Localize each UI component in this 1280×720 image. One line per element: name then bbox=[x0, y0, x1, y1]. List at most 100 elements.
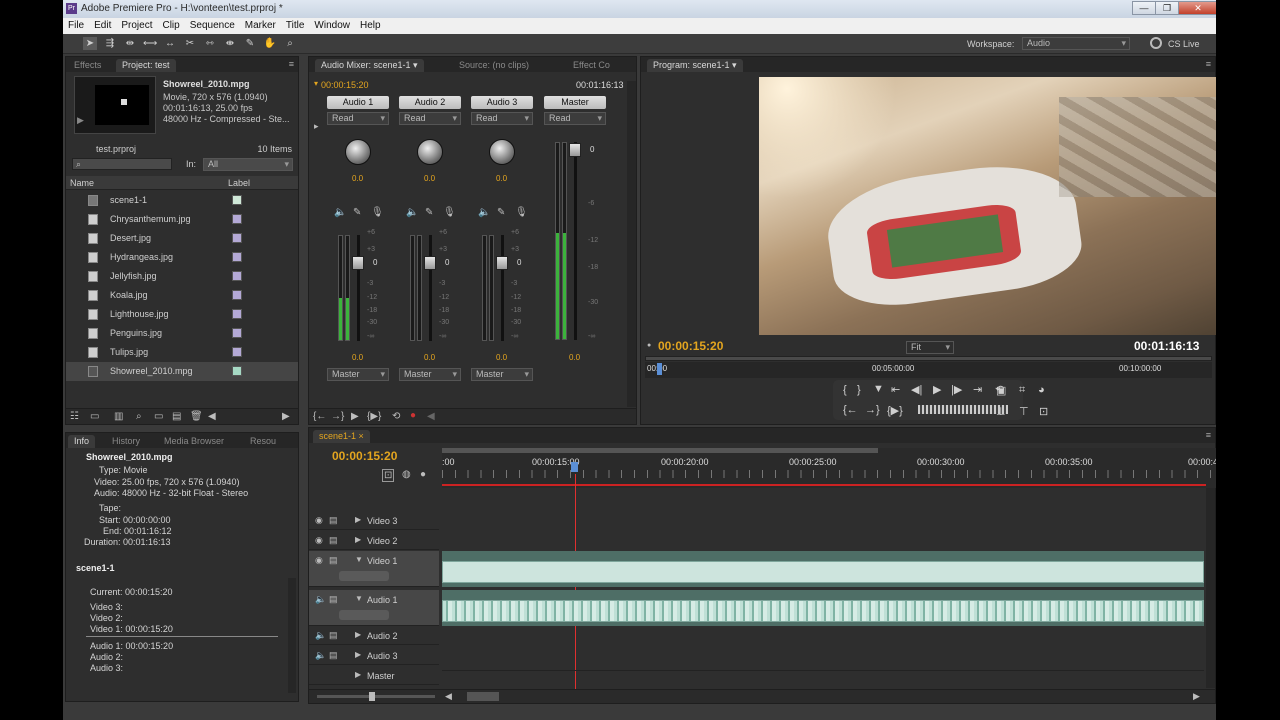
audio-clip-showreel[interactable] bbox=[442, 600, 1204, 622]
play-stop-icon[interactable]: ▶ bbox=[933, 383, 941, 396]
label-swatch[interactable] bbox=[232, 366, 242, 376]
new-item-icon[interactable]: ▤ bbox=[172, 411, 181, 422]
search-input[interactable]: ⌕ bbox=[72, 158, 172, 170]
track-header-video3[interactable]: ◉ ▤ ▶ Video 3 bbox=[309, 511, 439, 530]
label-swatch[interactable] bbox=[232, 328, 242, 338]
mute-icon[interactable]: 🔈 bbox=[478, 207, 490, 218]
mark-in-icon[interactable]: { bbox=[843, 384, 847, 396]
volume-value[interactable]: 0.0 bbox=[424, 353, 435, 362]
expand-icon[interactable]: ▶ bbox=[355, 535, 361, 544]
label-swatch[interactable] bbox=[232, 195, 242, 205]
output-icon[interactable]: ⌗ bbox=[1019, 384, 1025, 397]
tab-history[interactable]: History bbox=[106, 435, 146, 448]
tab-effects[interactable]: Effects bbox=[68, 59, 107, 72]
record-icon[interactable]: ◕ bbox=[1038, 384, 1045, 396]
track-header-video2[interactable]: ◉ ▤ ▶ Video 2 bbox=[309, 531, 439, 550]
expand-icon[interactable]: ▶ bbox=[355, 650, 361, 659]
record-icon[interactable]: 🎙 bbox=[443, 207, 456, 218]
zoom-slider[interactable] bbox=[317, 692, 435, 701]
new-bin-icon[interactable]: ▭ bbox=[154, 411, 163, 422]
toggle-output-icon[interactable]: ◉ bbox=[315, 535, 323, 546]
track-header-video1[interactable]: ◉ ▤ ▼ Video 1 bbox=[309, 551, 439, 587]
list-item[interactable]: Hydrangeas.jpg bbox=[66, 248, 298, 267]
track-header-master[interactable]: ▶ Master bbox=[309, 666, 439, 685]
encore-marker-icon[interactable]: ● bbox=[420, 469, 426, 480]
column-label[interactable]: Label bbox=[228, 178, 250, 188]
pen-tool-icon[interactable]: ✎ bbox=[243, 37, 257, 50]
rate-stretch-tool-icon[interactable]: ↔ bbox=[163, 37, 177, 50]
tab-program[interactable]: Program: scene1-1 ▾ bbox=[647, 59, 743, 72]
play-icon[interactable]: ▶ bbox=[351, 411, 359, 422]
label-swatch[interactable] bbox=[232, 347, 242, 357]
automate-icon[interactable]: ▥ bbox=[114, 411, 123, 422]
expand-icon[interactable]: ▶ bbox=[355, 515, 361, 524]
tab-project[interactable]: Project: test bbox=[116, 59, 176, 72]
trash-icon[interactable]: 🗑 bbox=[190, 411, 203, 422]
thumbnail-play-icon[interactable]: ▶ bbox=[77, 115, 84, 126]
pan-knob[interactable] bbox=[417, 139, 443, 165]
slide-tool-icon[interactable]: ⇼ bbox=[223, 37, 237, 50]
workspace-dropdown[interactable]: Audio bbox=[1022, 37, 1130, 50]
pan-value[interactable]: 0.0 bbox=[424, 174, 435, 183]
record-icon[interactable]: 🎙 bbox=[515, 207, 528, 218]
solo-icon[interactable]: ✎ bbox=[497, 207, 505, 218]
timeline-playhead-handle[interactable] bbox=[571, 462, 578, 472]
expand-icon[interactable]: ▶ bbox=[355, 670, 361, 679]
minimize-button[interactable]: — bbox=[1132, 1, 1156, 15]
program-playhead[interactable] bbox=[657, 363, 662, 375]
tab-source[interactable]: Source: (no clips) bbox=[453, 59, 535, 72]
panel-menu-icon[interactable]: ≡ bbox=[1206, 59, 1211, 69]
tab-resource-central[interactable]: Resou bbox=[244, 435, 282, 448]
program-view-bar[interactable] bbox=[645, 356, 1212, 361]
timeline-horizontal-scrollbar[interactable] bbox=[467, 692, 499, 701]
pan-value[interactable]: 0.0 bbox=[496, 174, 507, 183]
go-to-out-icon[interactable]: →} bbox=[331, 411, 344, 422]
label-swatch[interactable] bbox=[232, 252, 242, 262]
list-item[interactable]: Tulips.jpg bbox=[66, 343, 298, 362]
mute-icon[interactable]: 🔈 bbox=[315, 650, 326, 661]
track-select-tool-icon[interactable]: ⇶ bbox=[103, 37, 117, 50]
menu-sequence[interactable]: Sequence bbox=[185, 18, 240, 31]
label-swatch[interactable] bbox=[232, 233, 242, 243]
list-item[interactable]: Chrysanthemum.jpg bbox=[66, 210, 298, 229]
mixer-vertical-scrollbar[interactable] bbox=[627, 81, 636, 407]
automation-mode-dropdown[interactable]: Read bbox=[471, 112, 533, 125]
selection-tool-icon[interactable]: ➤ bbox=[83, 37, 97, 50]
scroll-left-icon[interactable]: ◀ bbox=[445, 691, 452, 702]
mixer-current-time[interactable]: 00:00:15:20 bbox=[321, 80, 369, 90]
label-swatch[interactable] bbox=[232, 309, 242, 319]
set-marker-icon[interactable]: ▼ bbox=[873, 383, 884, 395]
volume-fader[interactable] bbox=[352, 256, 364, 270]
label-swatch[interactable] bbox=[232, 214, 242, 224]
collapse-icon[interactable]: ▼ bbox=[355, 594, 363, 603]
razor-tool-icon[interactable]: ✂ bbox=[183, 37, 197, 50]
zoom-tool-icon[interactable]: ⌕ bbox=[283, 37, 297, 50]
go-to-in-icon[interactable]: {← bbox=[843, 404, 858, 416]
mute-icon[interactable]: 🔈 bbox=[406, 207, 418, 218]
volume-value[interactable]: 0.0 bbox=[496, 353, 507, 362]
video-clip-showreel[interactable] bbox=[442, 561, 1204, 583]
menu-help[interactable]: Help bbox=[355, 18, 386, 31]
collapse-icon[interactable]: ▼ bbox=[355, 555, 363, 564]
sync-lock-icon[interactable]: ▤ bbox=[329, 650, 338, 661]
cs-live-icon[interactable] bbox=[1150, 37, 1162, 49]
scroll-right-icon[interactable]: ▶ bbox=[282, 411, 290, 422]
column-name[interactable]: Name bbox=[70, 178, 94, 188]
zoom-fit-dropdown[interactable]: Fit bbox=[906, 341, 954, 354]
play-in-to-out-icon[interactable]: {▶} bbox=[887, 404, 903, 417]
rolling-edit-tool-icon[interactable]: ⟷ bbox=[143, 37, 157, 50]
timeline-ruler[interactable]: :00 00:00:15:00 00:00:20:00 00:00:25:00 … bbox=[442, 448, 1216, 488]
menu-project[interactable]: Project bbox=[116, 18, 157, 31]
work-area-bar[interactable] bbox=[442, 484, 1206, 486]
mute-icon[interactable]: 🔈 bbox=[315, 630, 326, 641]
list-view-icon[interactable]: ☷ bbox=[70, 411, 79, 422]
output-dropdown[interactable]: Master bbox=[399, 368, 461, 381]
automation-mode-dropdown[interactable]: Read bbox=[544, 112, 606, 125]
tab-sequence[interactable]: scene1-1 × bbox=[313, 430, 370, 443]
menu-window[interactable]: Window bbox=[309, 18, 355, 31]
output-dropdown[interactable]: Master bbox=[471, 368, 533, 381]
snap-icon[interactable]: ⊡ bbox=[382, 469, 395, 482]
expand-icon[interactable]: ▶ bbox=[355, 630, 361, 639]
timeline-view-area-bar[interactable] bbox=[442, 448, 878, 453]
list-item-selected[interactable]: Showreel_2010.mpg bbox=[66, 362, 298, 381]
